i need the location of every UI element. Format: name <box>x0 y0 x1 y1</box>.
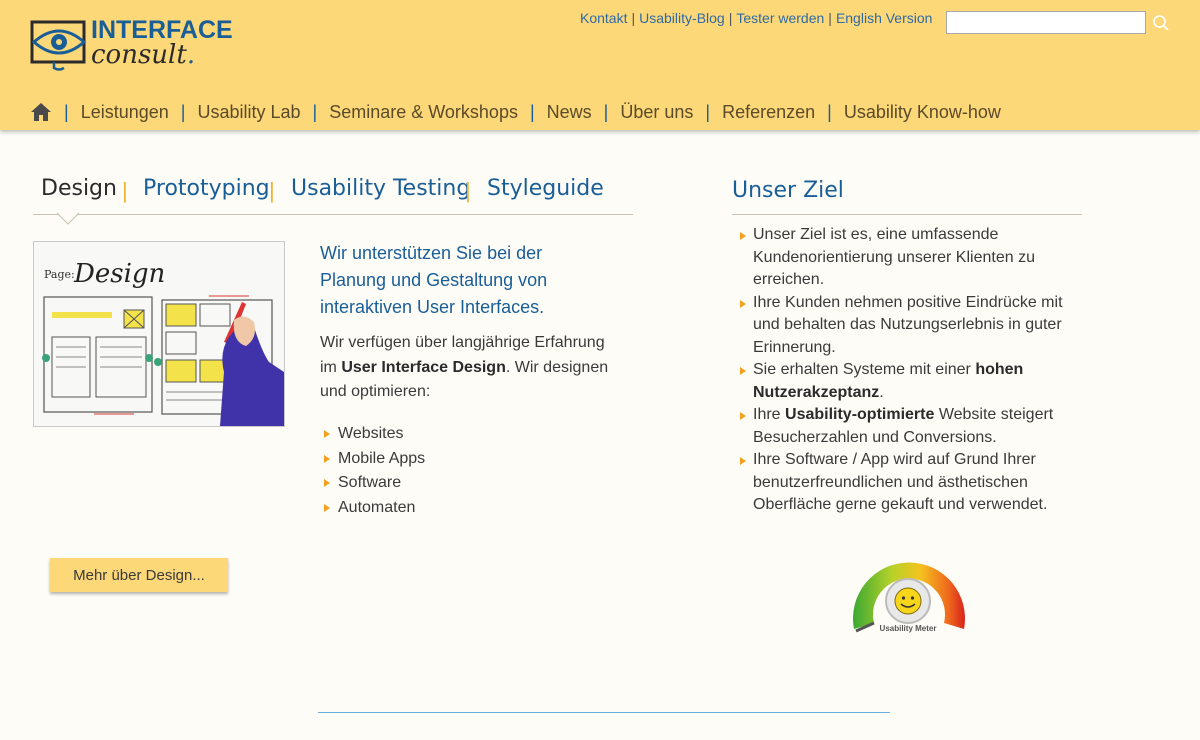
toplink-separator: | <box>728 10 733 26</box>
goal-text: Unser Ziel ist es, eine umfassende Kunde… <box>753 226 1035 288</box>
nav-separator: | <box>180 101 186 122</box>
tab-separator: | <box>122 178 128 203</box>
top-links: Kontakt | Usability-Blog | Tester werden | Eng… <box>580 10 932 26</box>
arrow-bullet-icon <box>740 232 746 240</box>
arrow-bullet-icon <box>740 299 746 308</box>
goal-text: Ihre Software / App wird auf Grund Ihrer… <box>753 451 1048 513</box>
eye-logo-icon <box>30 20 87 71</box>
goals-list: Unser Ziel ist es, eine umfassende Kunde… <box>738 224 1083 517</box>
active-tab-pointer <box>57 213 79 225</box>
arrow-bullet-icon <box>324 430 330 438</box>
logo-line-2-text: consult <box>91 40 187 70</box>
toplink-kontakt[interactable]: Kontakt <box>580 10 627 26</box>
footer-divider <box>318 712 890 713</box>
list-item: Sie erhalten Systeme mit einer hohen Nut… <box>738 359 1083 404</box>
arrow-bullet-icon <box>740 457 746 465</box>
service-tabs: Design | Prototyping | Usability Testing… <box>33 170 633 225</box>
more-about-design-button[interactable]: Mehr über Design... <box>50 558 228 592</box>
meter-label: Usability Meter <box>880 624 937 633</box>
toplink-english-version[interactable]: English Version <box>836 10 933 26</box>
tab-design[interactable]: Design <box>41 176 117 201</box>
list-item: Ihre Usability-optimierte Website steige… <box>738 404 1083 449</box>
list-item-label: Mobile Apps <box>338 449 426 467</box>
arrow-bullet-icon <box>740 367 746 375</box>
nav-separator: | <box>603 101 609 122</box>
toplink-tester-werden[interactable]: Tester werden <box>736 10 824 26</box>
goal-text-post: . <box>879 383 884 401</box>
nav-item-news[interactable]: News <box>547 102 592 123</box>
tab-styleguide[interactable]: Styleguide <box>487 176 604 201</box>
search-input[interactable] <box>946 11 1146 34</box>
logo-line-2: consult. <box>91 40 195 70</box>
sidebar-title: Unser Ziel <box>732 178 844 203</box>
list-item: Ihre Software / App wird auf Grund Ihrer… <box>738 449 1083 517</box>
arrow-bullet-icon <box>740 412 746 420</box>
usability-meter-icon: Usability Meter <box>853 562 965 633</box>
tab-separator: | <box>269 178 275 203</box>
nav-item-seminare-workshops[interactable]: Seminare & Workshops <box>329 102 518 123</box>
home-icon[interactable] <box>30 101 52 123</box>
toplink-separator: | <box>631 10 636 26</box>
logo-dot: . <box>186 40 196 70</box>
toplink-separator: | <box>828 10 832 26</box>
list-item-label: Websites <box>338 425 404 442</box>
goal-text: Ihre Kunden nehmen positive Eindrücke mi… <box>753 293 1063 356</box>
design-body-bold: User Interface Design <box>341 358 506 376</box>
main-navigation: | Leistungen | Usability Lab | Seminare … <box>30 99 1001 125</box>
wireframe-illustration: Page: Design <box>34 242 284 426</box>
list-item: Automaten <box>320 496 425 521</box>
search-icon[interactable] <box>1152 14 1170 32</box>
list-item: Software <box>320 471 425 496</box>
arrow-bullet-icon <box>324 503 330 512</box>
design-intro: Wir unterstützen Sie bei der Planung und… <box>320 243 548 317</box>
image-design-title: Design <box>73 259 165 289</box>
site-header: INTERFACE consult. Kontakt | Usability-Blo… <box>0 0 1200 130</box>
nav-separator: | <box>827 101 832 122</box>
list-item: Mobile Apps <box>320 447 425 472</box>
list-item-label: Software <box>338 474 402 491</box>
nav-separator: | <box>312 101 318 122</box>
goal-text-pre: Sie erhalten Systeme mit einer <box>753 361 976 378</box>
arrow-bullet-icon <box>324 479 330 487</box>
list-item: Websites <box>320 422 425 447</box>
toplink-usability-blog[interactable]: Usability-Blog <box>639 10 725 26</box>
nav-item-usability-lab[interactable]: Usability Lab <box>197 102 300 123</box>
nav-separator: | <box>64 101 69 122</box>
tab-prototyping[interactable]: Prototyping <box>143 176 270 201</box>
logo[interactable]: INTERFACE consult. <box>30 16 233 72</box>
image-page-label: Page: <box>44 268 75 281</box>
nav-item-referenzen[interactable]: Referenzen <box>722 102 815 123</box>
design-body: Wir verfügen über langjährige Erfahrung … <box>320 331 610 405</box>
goal-text-bold: Usability-optimierte <box>785 406 935 423</box>
nav-separator: | <box>705 101 711 122</box>
nav-item-ueber-uns[interactable]: Über uns <box>620 102 693 123</box>
arrow-bullet-icon <box>324 454 330 463</box>
design-offer-list: Websites Mobile Apps Software Automaten <box>320 422 425 520</box>
nav-item-leistungen[interactable]: Leistungen <box>81 102 169 123</box>
nav-item-usability-know-how[interactable]: Usability Know-how <box>844 102 1001 123</box>
tab-usability-testing[interactable]: Usability Testing <box>291 176 470 201</box>
list-item: Unser Ziel ist es, eine umfassende Kunde… <box>738 224 1083 292</box>
list-item-label: Automaten <box>338 498 416 516</box>
sidebar-divider <box>732 214 1082 215</box>
goal-text-pre: Ihre <box>753 406 786 423</box>
list-item: Ihre Kunden nehmen positive Eindrücke mi… <box>738 292 1083 360</box>
nav-separator: | <box>529 101 535 122</box>
tab-separator: | <box>465 178 471 203</box>
design-sketch-image: Page: Design <box>33 241 285 427</box>
